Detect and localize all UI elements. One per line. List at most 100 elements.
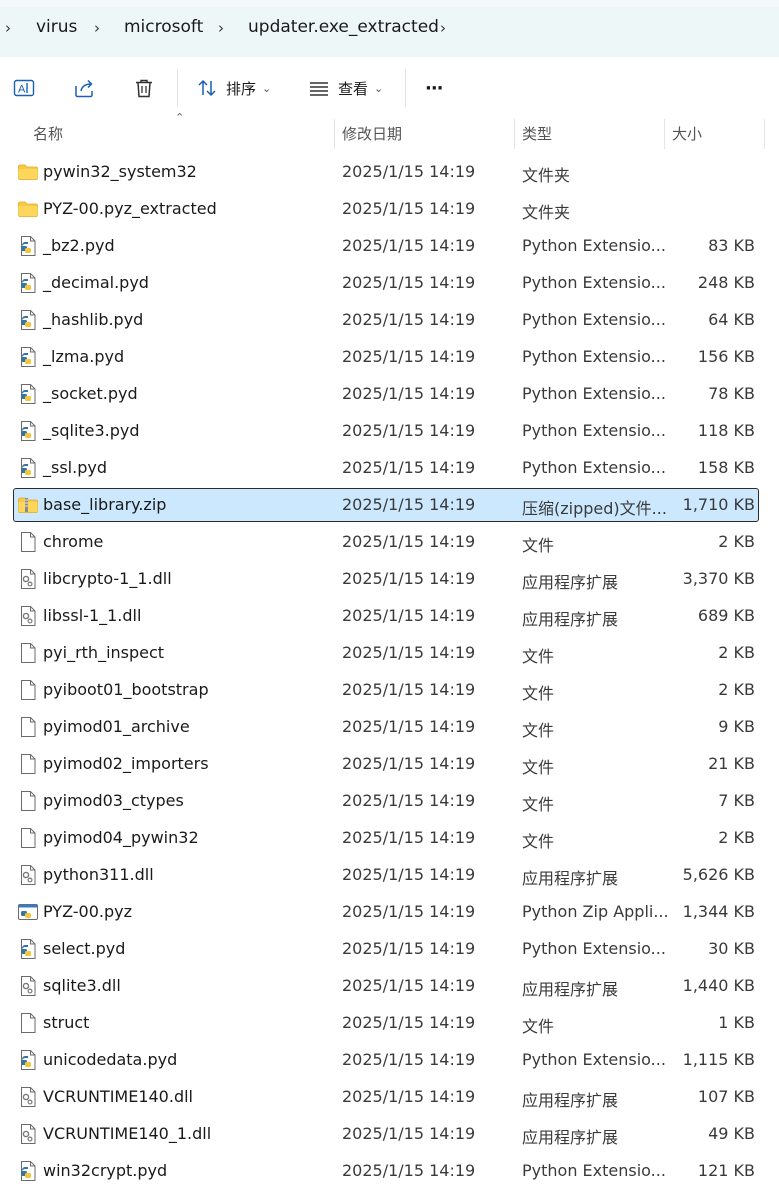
file-modified-date: 2025/1/15 14:19 — [342, 1161, 476, 1180]
file-row[interactable]: pyimod04_pywin32 2025/1/15 14:19 文件 2 KB — [0, 820, 779, 857]
view-button[interactable]: 查看 ⌄ — [308, 75, 383, 101]
file-row[interactable]: _bz2.pyd 2025/1/15 14:19 Python Extensio..… — [0, 228, 779, 265]
file-name: base_library.zip — [43, 495, 167, 514]
file-row[interactable]: pyimod03_ctypes 2025/1/15 14:19 文件 7 KB — [0, 783, 779, 820]
chevron-right-icon[interactable]: › — [94, 19, 100, 37]
chevron-down-icon: ⌄ — [262, 81, 272, 95]
file-modified-date: 2025/1/15 14:19 — [342, 458, 476, 477]
file-row[interactable]: pywin32_system32 2025/1/15 14:19 文件夹 — [0, 154, 779, 191]
file-row[interactable]: _decimal.pyd 2025/1/15 14:19 Python Extens… — [0, 265, 779, 302]
file-row[interactable]: python311.dll 2025/1/15 14:19 应用程序扩展 5,626 … — [0, 857, 779, 894]
file-row[interactable]: pyiboot01_bootstrap 2025/1/15 14:19 文件 2 KB — [0, 672, 779, 709]
python-file-icon — [17, 309, 39, 331]
file-row[interactable]: base_library.zip 2025/1/15 14:19 压缩(zipped… — [0, 487, 779, 524]
blank-file-icon — [17, 790, 39, 812]
breadcrumb-item-microsoft[interactable]: microsoft — [124, 17, 203, 37]
file-row[interactable]: struct 2025/1/15 14:19 文件 1 KB — [0, 1005, 779, 1042]
file-row[interactable]: _ssl.pyd 2025/1/15 14:19 Python Extensio..… — [0, 450, 779, 487]
file-row[interactable]: unicodedata.pyd 2025/1/15 14:19 Python Ext… — [0, 1042, 779, 1079]
file-row[interactable]: _sqlite3.pyd 2025/1/15 14:19 Python Extens… — [0, 413, 779, 450]
file-row[interactable]: sqlite3.dll 2025/1/15 14:19 应用程序扩展 1,440 KB — [0, 968, 779, 1005]
file-size: 1,440 KB — [682, 976, 755, 995]
chevron-right-icon[interactable]: › — [440, 19, 446, 37]
file-type: 文件 — [522, 795, 555, 814]
file-type: 应用程序扩展 — [522, 869, 619, 888]
column-divider[interactable] — [664, 119, 665, 149]
file-name: unicodedata.pyd — [43, 1050, 178, 1069]
column-divider[interactable] — [514, 119, 515, 149]
file-type: 文件 — [522, 721, 555, 740]
chevron-right-icon[interactable]: › — [218, 19, 224, 37]
sort-label: 排序 — [226, 79, 257, 98]
column-header-name[interactable]: 名称 — [33, 123, 63, 144]
column-header-date[interactable]: 修改日期 — [342, 123, 402, 144]
file-size: 83 KB — [708, 236, 755, 255]
file-row[interactable]: PYZ-00.pyz 2025/1/15 14:19 Python Zip Appl… — [0, 894, 779, 931]
delete-button[interactable] — [133, 75, 155, 101]
file-name: PYZ-00.pyz_extracted — [43, 199, 217, 218]
file-size: 21 KB — [708, 754, 755, 773]
file-size: 689 KB — [697, 606, 755, 625]
column-divider[interactable] — [764, 119, 765, 149]
file-row[interactable]: pyimod02_importers 2025/1/15 14:19 文件 21 KB — [0, 746, 779, 783]
dll-file-icon — [17, 605, 39, 627]
file-name: VCRUNTIME140.dll — [43, 1087, 193, 1106]
trash-icon — [136, 79, 152, 98]
file-name: win32crypt.pyd — [43, 1161, 168, 1180]
chevron-right-icon[interactable]: › — [5, 19, 11, 37]
file-modified-date: 2025/1/15 14:19 — [342, 680, 476, 699]
sort-button[interactable]: 排序 ⌄ — [196, 75, 271, 101]
file-type: 压缩(zipped)文件... — [522, 499, 667, 518]
file-type: 应用程序扩展 — [522, 1091, 619, 1110]
file-row[interactable]: VCRUNTIME140_1.dll 2025/1/15 14:19 应用程序扩展 4… — [0, 1116, 779, 1153]
file-name: select.pyd — [43, 939, 126, 958]
file-type: 文件 — [522, 684, 555, 703]
dll-file-icon — [17, 975, 39, 997]
more-options-button[interactable]: ··· — [425, 75, 443, 101]
file-row[interactable]: _socket.pyd 2025/1/15 14:19 Python Extensi… — [0, 376, 779, 413]
file-type: 文件夹 — [522, 166, 571, 185]
zip-folder-icon — [17, 494, 39, 516]
file-type: 应用程序扩展 — [522, 1128, 619, 1147]
blank-file-icon — [17, 827, 39, 849]
file-size: 1 KB — [718, 1013, 755, 1032]
file-row[interactable]: VCRUNTIME140.dll 2025/1/15 14:19 应用程序扩展 107… — [0, 1079, 779, 1116]
breadcrumb-item-virus[interactable]: virus — [36, 17, 77, 37]
file-type: Python Extensio... — [522, 236, 666, 255]
file-name: chrome — [43, 532, 104, 551]
file-row[interactable]: select.pyd 2025/1/15 14:19 Python Extensio… — [0, 931, 779, 968]
column-header-type[interactable]: 类型 — [522, 123, 552, 144]
file-type: Python Extensio... — [522, 310, 666, 329]
dll-file-icon — [17, 864, 39, 886]
file-row[interactable]: pyimod01_archive 2025/1/15 14:19 文件 9 KB — [0, 709, 779, 746]
file-modified-date: 2025/1/15 14:19 — [342, 199, 476, 218]
file-modified-date: 2025/1/15 14:19 — [342, 1124, 476, 1143]
file-size: 49 KB — [708, 1124, 755, 1143]
file-size: 156 KB — [697, 347, 755, 366]
rename-button[interactable]: A — [13, 75, 35, 101]
file-size: 64 KB — [708, 310, 755, 329]
column-header-size[interactable]: 大小 — [672, 123, 702, 144]
file-row[interactable]: libssl-1_1.dll 2025/1/15 14:19 应用程序扩展 689 K… — [0, 598, 779, 635]
file-name: libssl-1_1.dll — [43, 606, 142, 625]
file-size: 158 KB — [697, 458, 755, 477]
file-name: _bz2.pyd — [43, 236, 115, 255]
file-row[interactable]: pyi_rth_inspect 2025/1/15 14:19 文件 2 KB — [0, 635, 779, 672]
file-size: 248 KB — [697, 273, 755, 292]
python-file-icon — [17, 235, 39, 257]
toolbar-divider — [405, 69, 406, 107]
file-size: 107 KB — [697, 1087, 755, 1106]
breadcrumb-item-updater[interactable]: updater.exe_extracted — [248, 17, 439, 37]
share-button[interactable] — [73, 75, 95, 101]
column-divider[interactable] — [334, 119, 335, 149]
file-row[interactable]: PYZ-00.pyz_extracted 2025/1/15 14:19 文件夹 — [0, 191, 779, 228]
file-row[interactable]: _lzma.pyd 2025/1/15 14:19 Python Extensio.… — [0, 339, 779, 376]
file-type: Python Extensio... — [522, 1161, 666, 1180]
file-row[interactable]: chrome 2025/1/15 14:19 文件 2 KB — [0, 524, 779, 561]
file-row[interactable]: libcrypto-1_1.dll 2025/1/15 14:19 应用程序扩展 3,… — [0, 561, 779, 598]
file-row[interactable]: _hashlib.pyd 2025/1/15 14:19 Python Extens… — [0, 302, 779, 339]
file-row[interactable]: win32crypt.pyd 2025/1/15 14:19 Python Exte… — [0, 1153, 779, 1190]
python-file-icon — [17, 457, 39, 479]
file-name: pyimod03_ctypes — [43, 791, 184, 810]
file-modified-date: 2025/1/15 14:19 — [342, 902, 476, 921]
